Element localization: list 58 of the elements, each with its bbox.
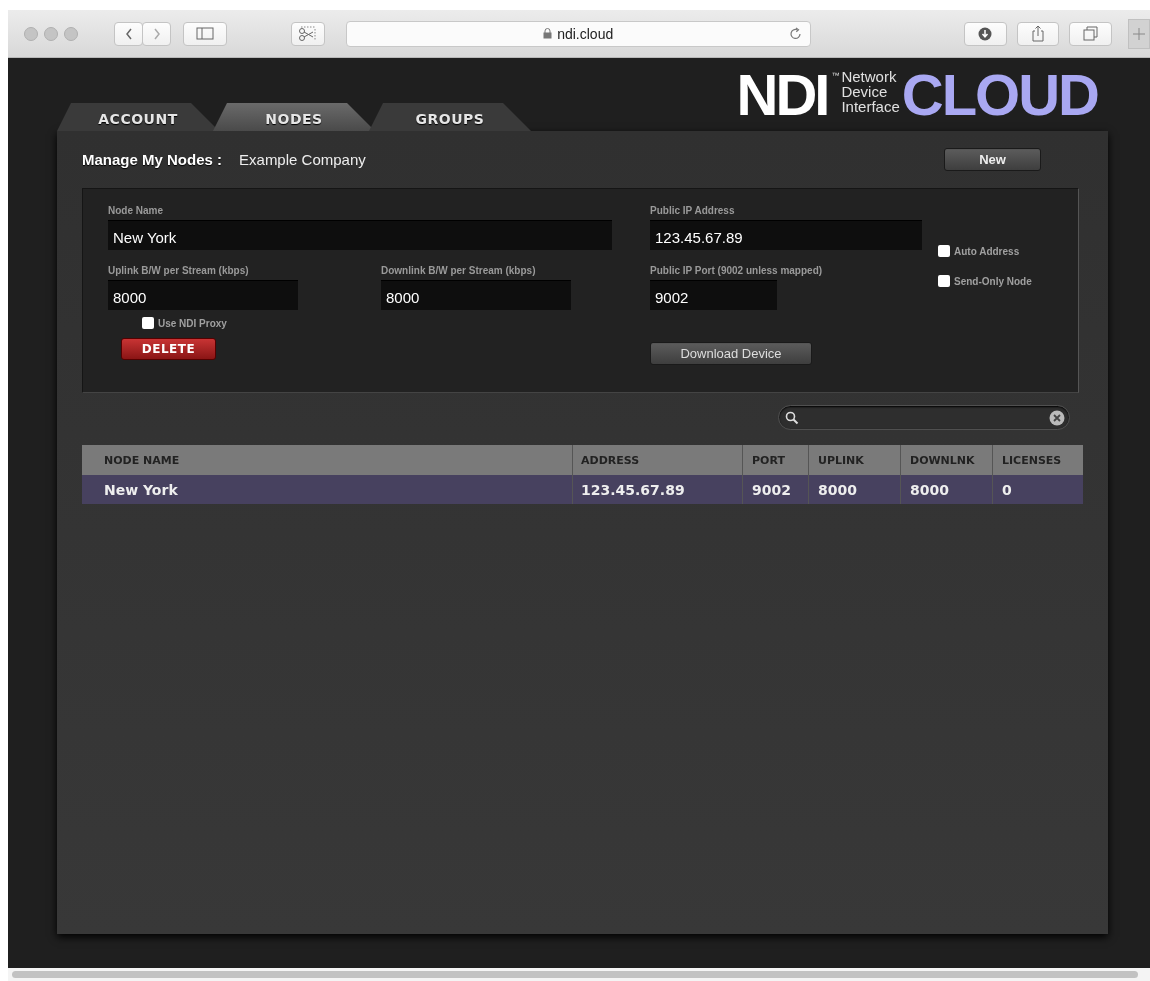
table-cell-text: New York [103, 480, 179, 500]
download-button[interactable] [963, 21, 1007, 46]
field-label: Node Name [108, 205, 164, 217]
column-header[interactable]: NODE NAME [82, 445, 572, 475]
back-icon [123, 26, 134, 41]
search-field[interactable] [778, 405, 1070, 430]
checkbox[interactable] [938, 245, 950, 257]
clear-icon[interactable] [1049, 409, 1065, 426]
plus-icon [1133, 27, 1146, 40]
delete-button[interactable]: DELETE [121, 338, 216, 360]
lock-icon [543, 28, 553, 39]
field-label: Uplink B/W per Stream (kbps) [108, 265, 250, 277]
new-button[interactable]: New [944, 148, 1041, 171]
forward-button[interactable] [142, 21, 171, 46]
table-cell: 0 [992, 475, 1083, 504]
checkbox[interactable] [938, 275, 950, 287]
download-device-button[interactable]: Download Device [650, 342, 812, 365]
back-button[interactable] [114, 21, 143, 46]
field-label: Public IP Address [650, 205, 735, 217]
table-cell: 9002 [742, 475, 808, 504]
tabs-button[interactable] [1069, 21, 1113, 46]
input-field[interactable]: 8000 [381, 280, 571, 310]
table-cell: 8000 [900, 475, 992, 504]
checkbox-label: Use NDI Proxy [158, 317, 227, 329]
checkbox-label: Auto Address [954, 245, 1020, 257]
section-title: Manage My Nodes : [82, 151, 223, 168]
tab[interactable]: GROUPS [369, 103, 531, 131]
url-text: ndi.cloud [557, 25, 614, 42]
input-field[interactable]: 123.45.67.89 [650, 220, 922, 250]
new-tab-button[interactable] [1128, 18, 1150, 49]
input-field[interactable]: 9002 [650, 280, 777, 310]
table-row[interactable]: New York 123.45.67.89 9002 8000 8000 0 [82, 475, 1083, 504]
share-icon [1030, 25, 1045, 42]
scissors-icon [297, 25, 318, 42]
sidebar-icon [195, 27, 214, 40]
download-icon [978, 26, 993, 41]
checkbox-label: Send-Only Node [954, 275, 1032, 287]
logo-tagline: Network Device Interface [841, 69, 900, 114]
share-button[interactable] [1016, 21, 1060, 46]
search-icon [785, 410, 799, 425]
checkbox[interactable] [142, 317, 154, 329]
company-name: Example Company [239, 151, 366, 168]
logo-product-name: CLOUD [901, 66, 1098, 124]
input-field[interactable]: New York [108, 220, 612, 250]
reload-icon[interactable] [788, 26, 803, 41]
forward-icon [151, 26, 162, 41]
scrollbar-thumb[interactable] [12, 971, 1138, 978]
field-label: Downlink B/W per Stream (kbps) [381, 265, 537, 277]
field-label: Public IP Port (9002 unless mapped) [650, 265, 823, 277]
table-cell: 8000 [808, 475, 900, 504]
address-bar[interactable]: ndi.cloud [345, 20, 811, 47]
input-field[interactable]: 8000 [108, 280, 298, 310]
table-cell: 123.45.67.89 [572, 475, 742, 504]
sidebar-button[interactable] [183, 21, 227, 46]
logo-wordmark: NDI [736, 66, 828, 124]
trademark-sign: ™ [831, 71, 840, 80]
tabs-icon [1083, 26, 1099, 41]
clip-button[interactable] [290, 21, 325, 46]
